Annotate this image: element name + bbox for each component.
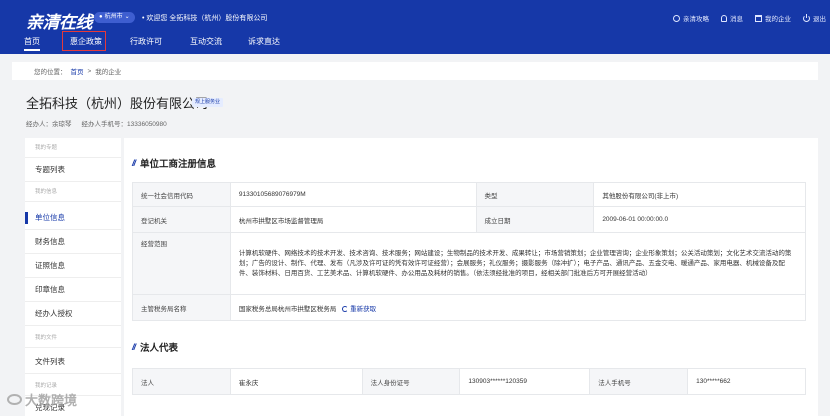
site-logo[interactable]: 亲清在线 (26, 8, 93, 33)
nav-appeal[interactable]: 诉求直达 (248, 36, 280, 47)
legal-rep-table: 法人 崔永庆 法人身份证号 130903******120359 法人手机号 1… (132, 368, 806, 395)
main-content: // 单位工商注册信息 统一社会信用代码 91330105689076979M … (124, 138, 818, 416)
id-label: 法人身份证号 (361, 368, 461, 395)
logout-link[interactable]: 退出 (803, 13, 826, 23)
scope-label: 经营范围 (132, 232, 231, 295)
sidebar-item-finance[interactable]: 财务信息 (25, 230, 121, 254)
nav-interaction[interactable]: 互动交流 (190, 36, 222, 47)
table-row: 法人 崔永庆 法人身份证号 130903******120359 法人手机号 1… (132, 368, 806, 395)
message-link[interactable]: 消息 (721, 13, 743, 23)
id-value: 130903******120359 (459, 368, 591, 395)
sidebar-item-license[interactable]: 证照信息 (25, 254, 121, 278)
tax-bureau-label: 主管税务局名称 (132, 294, 231, 321)
table-row: 经营范围 计算机软硬件、网络技术的技术开发、技术咨询、技术服务；网站建设；生物制… (132, 232, 807, 295)
legal-value: 崔永庆 (229, 368, 363, 395)
power-icon (803, 13, 810, 22)
city-name: 杭州市 (104, 14, 123, 20)
sidebar-item-topic-list[interactable]: 专题列表 (25, 158, 121, 182)
watermark: 大数跨境 (7, 390, 77, 409)
breadcrumb: 您的位置： 首页 > 我的企业 (12, 62, 818, 80)
watermark-logo-icon (7, 394, 22, 405)
tax-bureau-value: 国家税务总局杭州市拱墅区税务局 (238, 305, 337, 313)
phone-label: 法人手机号 (589, 368, 689, 395)
company-name: 全拓科技（杭州）股份有限公司 (26, 96, 209, 111)
section-mark-icon: // (132, 342, 136, 352)
top-header: 亲清在线 ● 杭州市 ⌄ • 欢迎您 全拓科技（杭州）股份有限公司 亲清攻略 消… (0, 0, 830, 54)
section-title-legal: // 法人代表 (132, 342, 179, 354)
sidebar-group-info: 我的信息 (25, 182, 121, 202)
section-title-registration: // 单位工商注册信息 (132, 158, 217, 170)
top-links: 亲清攻略 消息 我的企业 退出 (673, 13, 826, 23)
breadcrumb-current: 我的企业 (95, 69, 122, 76)
city-selector[interactable]: ● 杭州市 ⌄ (94, 12, 135, 23)
agent-phone: 经办人手机号：13336050980 (81, 121, 167, 128)
credit-code-label: 统一社会信用代码 (132, 182, 231, 207)
est-date-value: 2009-06-01 00:00:00.0 (593, 206, 806, 233)
sidebar-group-topic: 我的专题 (25, 138, 121, 158)
type-label: 类型 (475, 182, 595, 207)
tax-bureau-cell: 国家税务总局杭州市拱墅区税务局 重新获取 (229, 294, 807, 321)
my-enterprise-link[interactable]: 我的企业 (755, 13, 791, 23)
table-row: 登记机关 杭州市拱墅区市场监督管理局 成立日期 2009-06-01 00:00… (132, 206, 806, 233)
bell-icon (721, 14, 727, 22)
breadcrumb-home[interactable]: 首页 (71, 66, 84, 76)
refresh-icon (342, 305, 349, 312)
guide-icon (673, 14, 680, 22)
guide-link[interactable]: 亲清攻略 (673, 13, 709, 23)
refresh-button[interactable]: 重新获取 (342, 305, 376, 313)
sidebar-item-file-list[interactable]: 文件列表 (25, 350, 121, 374)
nav-home[interactable]: 首页 (24, 36, 40, 51)
table-row: 主管税务局名称 国家税务总局杭州市拱墅区税务局 重新获取 (132, 294, 807, 321)
company-tag: 规上服务业 (192, 98, 224, 107)
agent-name: 经办人：余琼琴 (26, 121, 72, 128)
nav-permit[interactable]: 行政许可 (130, 36, 162, 47)
scope-value: 计算机软硬件、网络技术的技术开发、技术咨询、技术服务；网站建设；生物制品的技术开… (229, 232, 807, 295)
table-row: 统一社会信用代码 91330105689076979M 类型 其他股份有限公司(… (132, 182, 806, 207)
policy-highlight-box (62, 31, 106, 51)
authority-value: 杭州市拱墅区市场监督管理局 (229, 206, 477, 233)
sidebar-item-agent-auth[interactable]: 经办人授权 (25, 302, 121, 326)
sidebar-group-files: 我的文件 (25, 328, 121, 348)
type-value: 其他股份有限公司(非上市) (593, 182, 806, 207)
legal-label: 法人 (132, 368, 231, 395)
phone-value: 130*****662 (687, 368, 806, 395)
registration-table: 统一社会信用代码 91330105689076979M 类型 其他股份有限公司(… (132, 182, 807, 321)
building-icon (755, 14, 762, 22)
section-mark-icon: // (132, 158, 136, 168)
sidebar: 我的专题 专题列表 我的信息 单位信息 财务信息 证照信息 印章信息 经办人授权… (25, 138, 121, 416)
sidebar-item-seal[interactable]: 印章信息 (25, 278, 121, 302)
chevron-down-icon: ⌄ (124, 14, 130, 20)
est-date-label: 成立日期 (475, 206, 595, 233)
agent-info: 经办人：余琼琴 经办人手机号：13336050980 (26, 118, 167, 128)
sidebar-item-unit-info[interactable]: 单位信息 (25, 206, 121, 230)
authority-label: 登记机关 (132, 206, 231, 233)
welcome-text: • 欢迎您 全拓科技（杭州）股份有限公司 (142, 15, 268, 22)
credit-code-value: 91330105689076979M (229, 182, 477, 207)
location-pin-icon: ● (99, 14, 103, 20)
